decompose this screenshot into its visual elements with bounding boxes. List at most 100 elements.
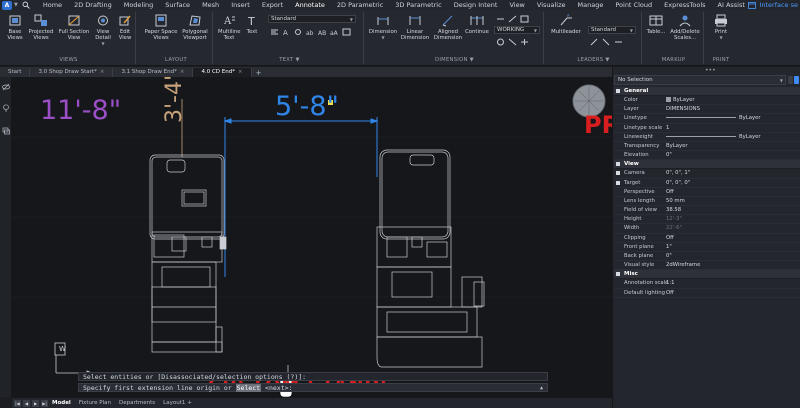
dim-reassociate-icon[interactable] <box>520 38 529 46</box>
menu-annotate[interactable]: Annotate <box>289 0 331 11</box>
prop-camera[interactable]: Camera 0", 0", 1" <box>614 169 800 179</box>
prev-layout-icon[interactable]: ◀ <box>23 399 30 407</box>
first-layout-icon[interactable]: |◀ <box>14 399 21 407</box>
menu-manage[interactable]: Manage <box>572 0 610 10</box>
leader-style-combo[interactable]: Standard ▼ <box>588 26 636 34</box>
doc-tab-shop-draw-start[interactable]: 3.0 Shop Draw Start* × <box>30 68 114 77</box>
menu-3d-parametric[interactable]: 3D Parametric <box>389 0 447 10</box>
text-style-combo[interactable]: Standard ▼ <box>268 15 356 23</box>
print-chevron-icon[interactable]: ▼ <box>708 35 734 41</box>
section-view[interactable]: View <box>614 160 800 170</box>
menu-point-cloud[interactable]: Point Cloud <box>609 0 658 10</box>
prop-linetype[interactable]: Linetype ByLayer <box>614 114 800 124</box>
print-button[interactable]: Print ▼ <box>708 14 734 41</box>
command-history-chevron-icon[interactable]: ▲ <box>540 384 543 392</box>
multileader-button[interactable]: A Multileader <box>548 14 584 35</box>
menu-ai-assist[interactable]: AI Assist <box>712 0 751 10</box>
doc-tab-cd-end[interactable]: 4.0 CD End* × <box>193 68 252 77</box>
select-objects-icon[interactable] <box>788 76 793 84</box>
dim-update-icon[interactable] <box>496 38 505 46</box>
prop-lineweight[interactable]: Lineweight ByLayer <box>614 133 800 142</box>
text-mask-icon[interactable] <box>342 28 351 36</box>
menu-mesh[interactable]: Mesh <box>196 0 225 10</box>
quick-select-icon[interactable] <box>794 76 799 84</box>
dimension-button[interactable]: Dimension ▼ <box>368 14 398 41</box>
view-detail-button[interactable]: View Detail ▼ <box>93 14 113 47</box>
layout-tab-layout1[interactable]: Layout1 + <box>159 398 196 408</box>
table-button[interactable]: Table... <box>645 14 667 35</box>
section-general[interactable]: General <box>614 87 800 96</box>
interface-selector[interactable]: Interface se <box>748 0 800 10</box>
prop-visual-style[interactable]: Visual style 2dWireframe <box>614 261 800 271</box>
layout-tab-departments[interactable]: Departments <box>115 398 159 408</box>
text-scale-icon[interactable]: AB <box>318 28 327 36</box>
menu-home[interactable]: Home <box>37 0 68 10</box>
menu-visualize[interactable]: Visualize <box>531 0 572 10</box>
dimension-chevron-icon[interactable]: ▼ <box>368 35 398 41</box>
panel-grip-icon[interactable]: ••• <box>705 67 716 74</box>
continue-dimension-button[interactable]: Continue <box>464 14 490 35</box>
menu-surface[interactable]: Surface <box>159 0 196 10</box>
close-tab-icon[interactable]: × <box>238 69 243 75</box>
prop-default-lighting[interactable]: Default lighting Off <box>614 289 800 298</box>
find-text-icon[interactable] <box>294 28 303 36</box>
projected-views-button[interactable]: Projected Views <box>28 14 54 41</box>
prop-front-plane[interactable]: Front plane 1" <box>614 243 800 252</box>
text-button[interactable]: T Text <box>244 14 260 35</box>
app-logo-icon[interactable]: A <box>2 0 12 10</box>
prop-layer[interactable]: Layer DIMENSIONS <box>614 105 800 115</box>
paper-space-views-button[interactable]: Paper Space Views <box>143 14 179 41</box>
prop-clipping[interactable]: Clipping Off <box>614 234 800 243</box>
add-layout-icon[interactable]: + <box>187 400 192 406</box>
hint-bulb-icon[interactable] <box>2 104 10 112</box>
command-prompt[interactable]: Specify first extension line origin or S… <box>78 383 548 392</box>
expand-icon[interactable] <box>616 171 620 176</box>
leaders-group-chevron-icon[interactable]: ▼ <box>605 57 609 63</box>
app-menu-chevron-icon[interactable]: ▼ <box>14 2 18 8</box>
menu-insert[interactable]: Insert <box>225 0 256 10</box>
next-layout-icon[interactable]: ▶ <box>32 399 39 407</box>
edit-view-button[interactable]: Edit View <box>115 14 135 41</box>
text-group-chevron-icon[interactable]: ▼ <box>295 57 299 63</box>
layout-tab-fixture-plan[interactable]: Fixture Plan <box>75 398 115 408</box>
polygonal-viewport-button[interactable]: Polygonal Viewport <box>180 14 210 41</box>
linear-dimension-button[interactable]: Linear Dimension <box>400 14 430 41</box>
doc-tab-start[interactable]: Start <box>0 68 31 77</box>
prop-field-of-view[interactable]: Field of view 38.58 <box>614 206 800 216</box>
spell-check-icon[interactable]: ab <box>306 28 315 36</box>
menu-2d-drafting[interactable]: 2D Drafting <box>68 0 118 10</box>
prop-lens-length[interactable]: Lens length 50 mm <box>614 197 800 207</box>
layout-tab-model[interactable]: Model <box>48 398 75 408</box>
close-tab-icon[interactable]: × <box>100 69 105 75</box>
close-tab-icon[interactable]: × <box>180 69 185 75</box>
prop-color[interactable]: Color ByLayer <box>614 96 800 106</box>
section-misc[interactable]: Misc <box>614 270 800 280</box>
view-detail-chevron-icon[interactable]: ▼ <box>93 41 113 47</box>
doc-tab-shop-draw-end[interactable]: 3.1 Shop Draw End* × <box>113 68 194 77</box>
dim-break-icon[interactable] <box>508 15 517 23</box>
prop-linetype-scale[interactable]: Linetype scale 1 <box>614 124 800 133</box>
align-leader-icon[interactable] <box>614 38 623 46</box>
prop-annotation-scale[interactable]: Annotation scale 1:1 <box>614 279 800 289</box>
menu-view[interactable]: View <box>503 0 530 10</box>
menu-2d-parametric[interactable]: 2D Parametric <box>331 0 389 10</box>
menu-design-intent[interactable]: Design Intent <box>448 0 504 10</box>
prop-target[interactable]: Target 0", 0", 0" <box>614 179 800 188</box>
prop-elevation[interactable]: Elevation 0" <box>614 151 800 161</box>
text-align-icon[interactable] <box>270 28 279 36</box>
dim-tool-icon[interactable] <box>496 15 505 23</box>
selection-dropdown[interactable]: No Selection ▼ <box>614 75 786 85</box>
text-height-icon[interactable]: A <box>282 28 291 36</box>
drawing-canvas[interactable]: 11'-8" 3'-4" 5'-8" PR CUSTOM STANDS W <box>12 77 612 397</box>
menu-expresstools[interactable]: ExpressTools <box>658 0 711 10</box>
dim-override-icon[interactable] <box>508 38 517 46</box>
search-icon[interactable] <box>21 1 31 10</box>
remove-leader-icon[interactable] <box>602 38 611 46</box>
prop-back-plane[interactable]: Back plane 0" <box>614 252 800 262</box>
last-layout-icon[interactable]: ▶| <box>41 399 48 407</box>
prop-perspective[interactable]: Perspective Off <box>614 188 800 197</box>
dim-space-icon[interactable] <box>520 15 529 23</box>
multiline-text-button[interactable]: A Multiline Text <box>218 14 241 41</box>
add-leader-icon[interactable] <box>590 38 599 46</box>
dimension-group-chevron-icon[interactable]: ▼ <box>470 57 474 63</box>
